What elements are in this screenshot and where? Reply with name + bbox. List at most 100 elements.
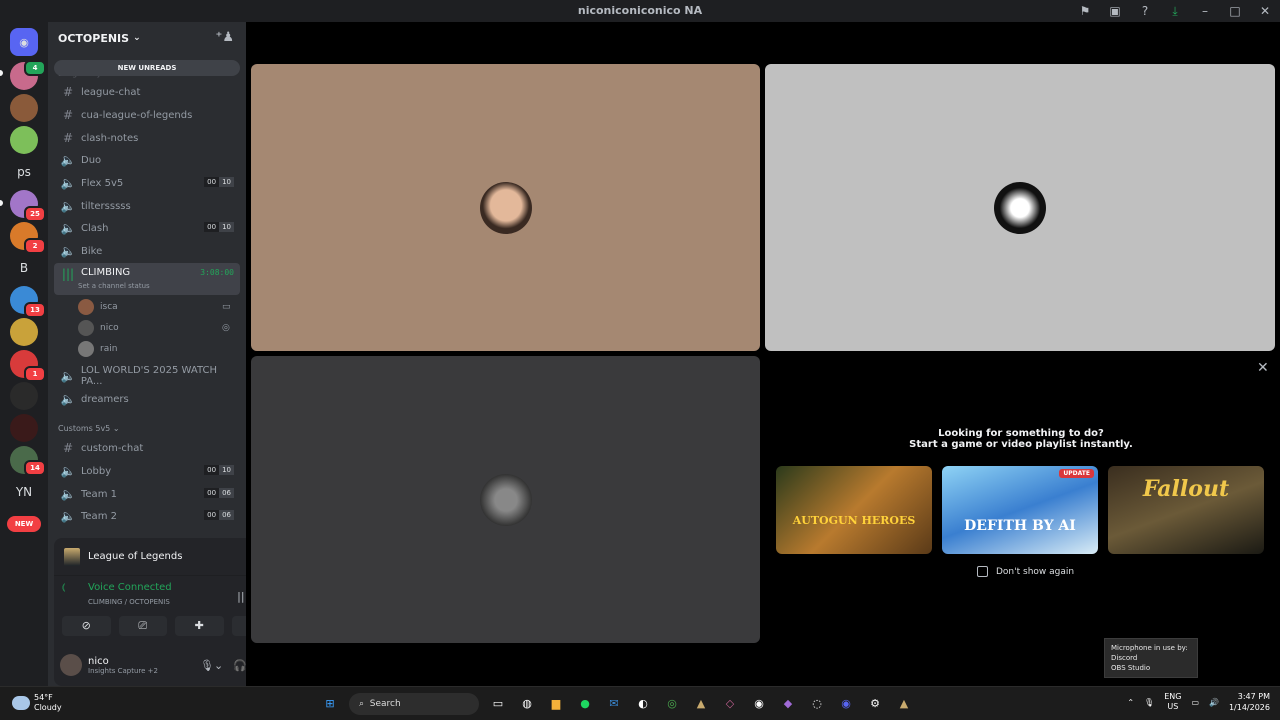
maximize-icon[interactable]: □ bbox=[1220, 4, 1250, 18]
microphone-icon[interactable]: 🎙⌄ bbox=[200, 659, 223, 672]
video-tile-rain[interactable] bbox=[251, 356, 760, 643]
visual-studio-icon[interactable]: ◆ bbox=[778, 694, 798, 714]
channel-climbing[interactable]: ||| CLIMBING 3:08:00 Set a channel statu… bbox=[54, 263, 240, 295]
speaker-icon: 🔈 bbox=[60, 153, 76, 167]
task-view-icon[interactable]: ▭ bbox=[488, 694, 508, 714]
new-unreads-pill[interactable]: NEW bbox=[7, 516, 41, 532]
channel-dreamers[interactable]: 🔈 dreamers bbox=[54, 389, 240, 409]
chevron-up-icon[interactable]: ⌃ bbox=[1127, 698, 1134, 707]
server-yn[interactable]: YN bbox=[10, 478, 38, 506]
gear-icon[interactable]: ⚙ bbox=[865, 694, 885, 714]
close-icon[interactable]: ✕ bbox=[1257, 360, 1269, 376]
channel-clash[interactable]: 🔈 Clash 00 10 bbox=[54, 218, 240, 238]
video-tile-isca[interactable] bbox=[251, 64, 760, 351]
voice-connected-label[interactable]: ⦅ Voice Connected bbox=[62, 582, 172, 593]
language-indicator[interactable]: ENG US bbox=[1164, 692, 1181, 712]
close-icon[interactable]: ✕ bbox=[1250, 4, 1280, 18]
activities-button[interactable]: ✚ bbox=[175, 616, 224, 636]
status-badge: 4 bbox=[24, 60, 46, 76]
game-card[interactable]: AUTOGUN HEROES bbox=[776, 466, 932, 554]
voice-user[interactable]: nico ◎ bbox=[78, 318, 230, 338]
chrome-icon[interactable]: ◎ bbox=[662, 694, 682, 714]
hash-icon: # bbox=[62, 85, 74, 99]
checkbox[interactable] bbox=[977, 566, 988, 577]
game-card[interactable]: Fallout bbox=[1108, 466, 1264, 554]
server-rail: ◉ 4 ps 25 2 B 13 1 14 YN NEW bbox=[0, 22, 48, 686]
channel-flex-5v5[interactable]: 🔈 Flex 5v5 00 10 bbox=[54, 173, 240, 193]
channel-team-1[interactable]: 🔈 Team 1 00 06 bbox=[54, 484, 240, 504]
file-explorer-icon[interactable]: ▆ bbox=[546, 694, 566, 714]
channel-cua-league-of-legends[interactable]: # cua-league-of-legends bbox=[54, 105, 240, 125]
app-icon[interactable]: ◍ bbox=[517, 694, 537, 714]
microphone-icon[interactable]: 🎙 bbox=[1144, 698, 1154, 707]
hash-icon: # bbox=[62, 441, 74, 455]
search-box[interactable]: ⌕ Search bbox=[349, 693, 479, 715]
server-b[interactable]: B bbox=[10, 254, 38, 282]
channel-tiltersssss[interactable]: 🔈 tiltersssss bbox=[54, 196, 240, 216]
display-icon[interactable]: ▭ bbox=[1191, 698, 1199, 707]
game-card[interactable]: UPDATE DEFITH BY AI bbox=[942, 466, 1098, 554]
status-badge: 25 bbox=[24, 206, 46, 222]
guild-header[interactable]: OCTOPENIS ⌄ ⁺♟ bbox=[48, 22, 246, 54]
add-member-icon[interactable]: ⁺♟ bbox=[215, 30, 234, 45]
avatar bbox=[78, 341, 94, 357]
channel-duo[interactable]: 🔈 Duo bbox=[54, 150, 240, 170]
minimize-icon[interactable]: – bbox=[1190, 4, 1220, 18]
app-icon[interactable]: ◇ bbox=[720, 694, 740, 714]
category-customs-5v5[interactable]: Customs 5v5 ⌄ bbox=[58, 424, 120, 433]
channel-lol-worlds[interactable]: 🔈 LOL WORLD'S 2025 WATCH PA... bbox=[54, 365, 240, 387]
league-icon[interactable]: ▲ bbox=[691, 694, 711, 714]
channel-league-chat[interactable]: # league-chat bbox=[54, 82, 240, 102]
channel-bike[interactable]: 🔈 Bike bbox=[54, 241, 240, 261]
voice-user[interactable]: rain bbox=[78, 339, 117, 359]
status-badge: 14 bbox=[24, 460, 46, 476]
help-icon[interactable]: ? bbox=[1130, 4, 1160, 18]
channel-status[interactable]: Set a channel status bbox=[78, 282, 150, 290]
windows-start-icon[interactable]: ⊞ bbox=[320, 694, 340, 714]
app-icon[interactable]: ◌ bbox=[807, 694, 827, 714]
flag-icon[interactable]: ⚑ bbox=[1070, 4, 1100, 18]
league-icon[interactable]: ▲ bbox=[894, 694, 914, 714]
guild-name: OCTOPENIS bbox=[58, 31, 130, 45]
discord-home-icon[interactable]: ◉ bbox=[10, 28, 38, 56]
channel-team-2[interactable]: 🔈 Team 2 00 06 bbox=[54, 506, 240, 526]
obs-icon[interactable]: ◉ bbox=[749, 694, 769, 714]
camera-off-button[interactable]: ⊘ bbox=[62, 616, 111, 636]
new-unreads-banner[interactable]: NEW UNREADS bbox=[54, 60, 240, 76]
speaker-icon: 🔈 bbox=[60, 509, 76, 523]
signal-icon: ⦅ bbox=[62, 582, 66, 593]
server-icon[interactable] bbox=[10, 126, 38, 154]
clock[interactable]: 3:47 PM 1/14/2026 bbox=[1229, 691, 1270, 713]
spotify-icon[interactable]: ● bbox=[575, 694, 595, 714]
voice-active-icon: ||| bbox=[61, 267, 75, 281]
steam-icon[interactable]: ◐ bbox=[633, 694, 653, 714]
inbox-icon[interactable]: ▣ bbox=[1100, 4, 1130, 18]
screen-share-button[interactable]: ⎚ bbox=[118, 616, 167, 636]
activity-icon: ◎ bbox=[222, 323, 230, 333]
hash-icon: # bbox=[62, 108, 74, 122]
server-icon[interactable] bbox=[10, 414, 38, 442]
volume-icon[interactable]: 🔊 bbox=[1209, 698, 1219, 707]
chevron-down-icon: ⌄ bbox=[112, 424, 120, 433]
channel-custom-chat[interactable]: # custom-chat bbox=[54, 438, 240, 458]
voice-user[interactable]: isca ▭ bbox=[78, 297, 231, 317]
discord-icon[interactable]: ◉ bbox=[836, 694, 856, 714]
server-ps[interactable]: ps bbox=[10, 158, 38, 186]
avatar bbox=[479, 181, 532, 234]
league-icon bbox=[64, 547, 80, 566]
server-icon[interactable] bbox=[10, 318, 38, 346]
server-icon[interactable] bbox=[10, 382, 38, 410]
channel-clash-notes[interactable]: # clash-notes bbox=[54, 128, 240, 148]
dont-show-again-checkbox[interactable]: Don't show again bbox=[977, 566, 1074, 577]
update-badge: UPDATE bbox=[1059, 469, 1094, 478]
title-bar: niconiconiconico NA ⚑ ▣ ? ⤓ – □ ✕ bbox=[0, 0, 1280, 22]
server-icon[interactable] bbox=[10, 94, 38, 122]
taskbar: 54°F Cloudy ⊞ ⌕ Search ▭ ◍ ▆ ● ✉ ◐ ◎ ▲ ◇… bbox=[0, 686, 1280, 720]
video-tile-nico[interactable] bbox=[765, 64, 1275, 351]
channel-lobby[interactable]: 🔈 Lobby 00 10 bbox=[54, 461, 240, 481]
weather-widget[interactable]: 54°F Cloudy bbox=[12, 693, 62, 713]
activity-suggestion: Looking for something to do? Start a gam… bbox=[909, 428, 1133, 450]
status-badge: 1 bbox=[24, 366, 46, 382]
outlook-icon[interactable]: ✉ bbox=[604, 694, 624, 714]
download-icon[interactable]: ⤓ bbox=[1160, 4, 1190, 19]
